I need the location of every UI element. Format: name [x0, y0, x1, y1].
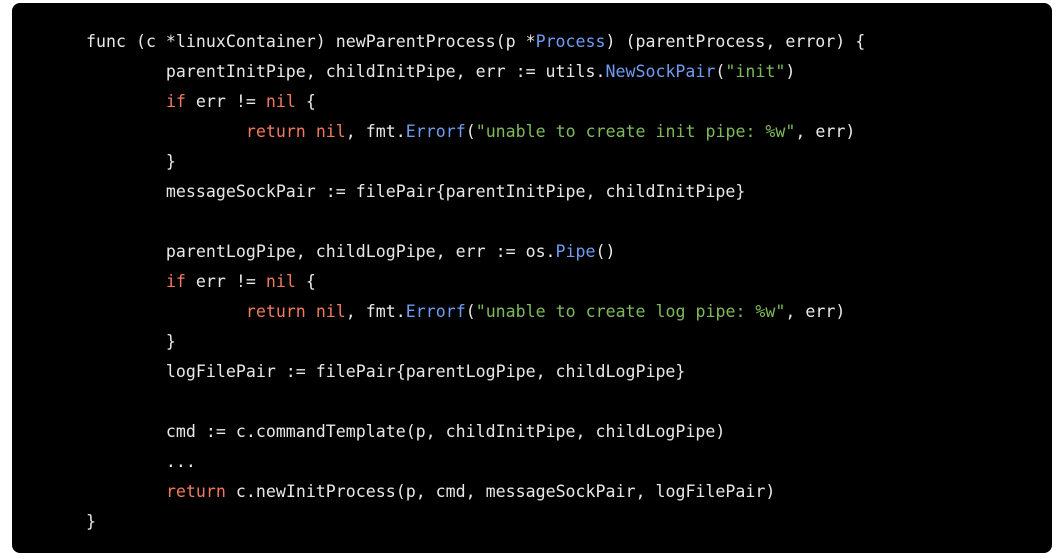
- code-function-name: NewSockPair: [605, 62, 716, 81]
- code-function-name: Errorf: [405, 122, 466, 141]
- code-keyword: return: [165, 482, 226, 501]
- code-keyword: nil: [315, 302, 346, 321]
- code-line: func (c *linuxContainer) newParentProces…: [86, 27, 865, 57]
- code-line: return c.newInitProcess(p, cmd, messageS…: [86, 477, 865, 507]
- code-text: cmd := c.commandTemplate(p, childInitPip…: [86, 422, 726, 441]
- code-line: }: [86, 507, 865, 537]
- code-text: , fmt.: [345, 122, 406, 141]
- code-text: (: [715, 62, 726, 81]
- code-text: messageSockPair := filePair{parentInitPi…: [86, 182, 746, 201]
- code-line: }: [86, 327, 865, 357]
- code-text: logFilePair := filePair{parentLogPipe, c…: [86, 362, 686, 381]
- code-line: if err != nil {: [86, 87, 865, 117]
- code-text: parentInitPipe, childInitPipe, err := ut…: [86, 62, 606, 81]
- code-lines: func (c *linuxContainer) newParentProces…: [86, 27, 865, 537]
- code-line: }: [86, 147, 865, 177]
- code-text: {: [295, 272, 316, 291]
- code-string: "unable to create init pipe: %w": [475, 122, 796, 141]
- code-string: "init": [725, 62, 786, 81]
- code-text: }: [86, 512, 96, 531]
- code-block: func (c *linuxContainer) newParentProces…: [12, 3, 1052, 553]
- code-text: , err): [795, 122, 856, 141]
- code-function-name: Errorf: [405, 302, 466, 321]
- code-keyword: if: [165, 92, 186, 111]
- code-text: (): [595, 242, 616, 261]
- code-text: ...: [86, 452, 196, 471]
- code-text: }: [86, 152, 176, 171]
- code-line: if err != nil {: [86, 267, 865, 297]
- code-text: err !=: [185, 92, 266, 111]
- code-text: , fmt.: [345, 302, 406, 321]
- code-text: c.newInitProcess(p, cmd, messageSockPair…: [225, 482, 776, 501]
- code-keyword: nil: [265, 272, 296, 291]
- code-line: parentLogPipe, childLogPipe, err := os.P…: [86, 237, 865, 267]
- code-line: parentInitPipe, childInitPipe, err := ut…: [86, 57, 865, 87]
- code-text: ) (parentProcess, error) {: [605, 32, 866, 51]
- code-text: func (c *linuxContainer) newParentProces…: [86, 32, 536, 51]
- code-string: "unable to create log pipe: %w": [475, 302, 786, 321]
- code-text: (: [465, 302, 476, 321]
- code-text: , err): [785, 302, 846, 321]
- code-text: (: [465, 122, 476, 141]
- code-text: {: [295, 92, 316, 111]
- code-text: parentLogPipe, childLogPipe, err := os.: [86, 242, 556, 261]
- code-line: logFilePair := filePair{parentLogPipe, c…: [86, 357, 865, 387]
- code-keyword: return: [245, 302, 306, 321]
- code-keyword: nil: [265, 92, 296, 111]
- code-line: messageSockPair := filePair{parentInitPi…: [86, 177, 865, 207]
- code-line: cmd := c.commandTemplate(p, childInitPip…: [86, 417, 865, 447]
- code-text: }: [86, 332, 176, 351]
- code-line: ...: [86, 447, 865, 477]
- code-keyword: return: [245, 122, 306, 141]
- code-text: ): [785, 62, 796, 81]
- code-line: return nil, fmt.Errorf("unable to create…: [86, 297, 865, 327]
- code-keyword: nil: [315, 122, 346, 141]
- code-text: err !=: [185, 272, 266, 291]
- code-function-name: Pipe: [555, 242, 596, 261]
- code-function-name: Process: [535, 32, 606, 51]
- code-keyword: if: [165, 272, 186, 291]
- code-line: return nil, fmt.Errorf("unable to create…: [86, 117, 865, 147]
